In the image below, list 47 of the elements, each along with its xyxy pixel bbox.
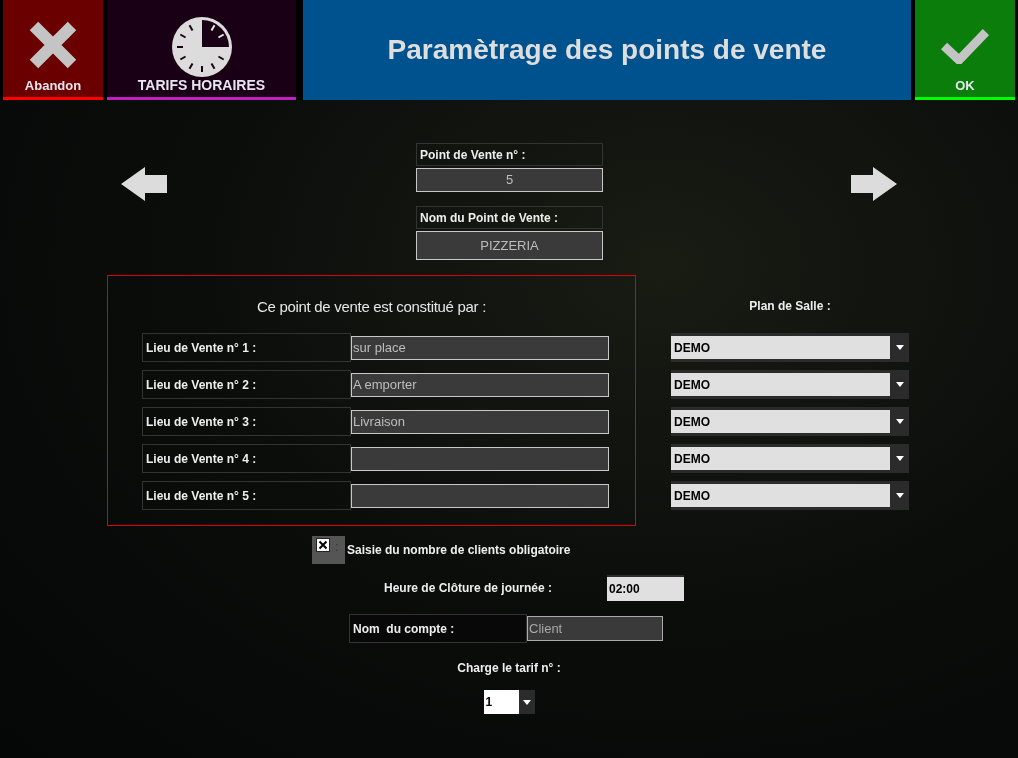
field-label: Heure de Clôture de journée : xyxy=(384,581,554,595)
field-label: Lieu de Vente n° 1 : xyxy=(142,333,351,362)
dropdown[interactable]: DEMO xyxy=(671,333,909,362)
tariff-dropdown[interactable]: 1 xyxy=(483,690,535,714)
caret-icon xyxy=(895,382,904,387)
field-label: Lieu de Vente n° 4 : xyxy=(142,444,351,473)
checkbox-label: Saisie du nombre de clients obligatoire xyxy=(347,543,571,557)
previous-button[interactable] xyxy=(121,167,167,201)
text-field[interactable]: A emporter xyxy=(351,372,609,397)
next-button[interactable] xyxy=(851,167,897,201)
caret-icon xyxy=(895,456,904,461)
field-label: Lieu de Vente n° 5 : xyxy=(142,481,351,510)
checkmark-icon xyxy=(941,28,989,64)
name-field[interactable]: PIZZERIA xyxy=(416,231,603,260)
clock-icon xyxy=(171,17,232,77)
checkbox[interactable] xyxy=(316,538,330,552)
field-label: Charge le tarif n° : xyxy=(457,661,561,675)
caret-icon xyxy=(522,699,531,705)
dropdown[interactable]: DEMO xyxy=(671,444,909,473)
separator-text: : xyxy=(335,541,339,553)
caret-icon xyxy=(895,493,904,498)
column-heading: Plan de Salle : xyxy=(749,299,831,313)
dropdown[interactable]: DEMO xyxy=(671,370,909,399)
text-field[interactable] xyxy=(351,483,609,508)
text-field[interactable] xyxy=(351,446,609,471)
cancel-button[interactable]: Abandon xyxy=(3,0,103,100)
account-field[interactable]: Client xyxy=(527,616,663,641)
number-field[interactable]: 5 xyxy=(416,168,603,192)
time-field[interactable]: 02:00 xyxy=(607,575,684,601)
ok-button[interactable]: OK xyxy=(915,0,1015,100)
arrow-right-icon xyxy=(851,167,897,201)
field-label: Lieu de Vente n° 3 : xyxy=(142,407,351,436)
field-label: Point de Vente n° : xyxy=(416,143,603,166)
window-title: Paramètrage des points de vente xyxy=(387,33,827,67)
field-label: Nom du compte : xyxy=(349,614,527,643)
schedule-button[interactable]: TARIFS HORAIRES xyxy=(107,0,296,100)
caret-icon xyxy=(895,345,904,350)
text-field[interactable]: Livraison xyxy=(351,409,609,434)
close-icon xyxy=(28,20,78,70)
dropdown[interactable]: DEMO xyxy=(671,481,909,510)
field-label: Lieu de Vente n° 2 : xyxy=(142,370,351,399)
arrow-left-icon xyxy=(121,167,167,201)
text-field[interactable]: sur place xyxy=(351,335,609,360)
dropdown[interactable]: DEMO xyxy=(671,407,909,436)
panel-heading: Ce point de vente est constitué par : xyxy=(256,297,487,317)
caret-icon xyxy=(895,419,904,424)
field-label: Nom du Point de Vente : xyxy=(416,206,603,229)
